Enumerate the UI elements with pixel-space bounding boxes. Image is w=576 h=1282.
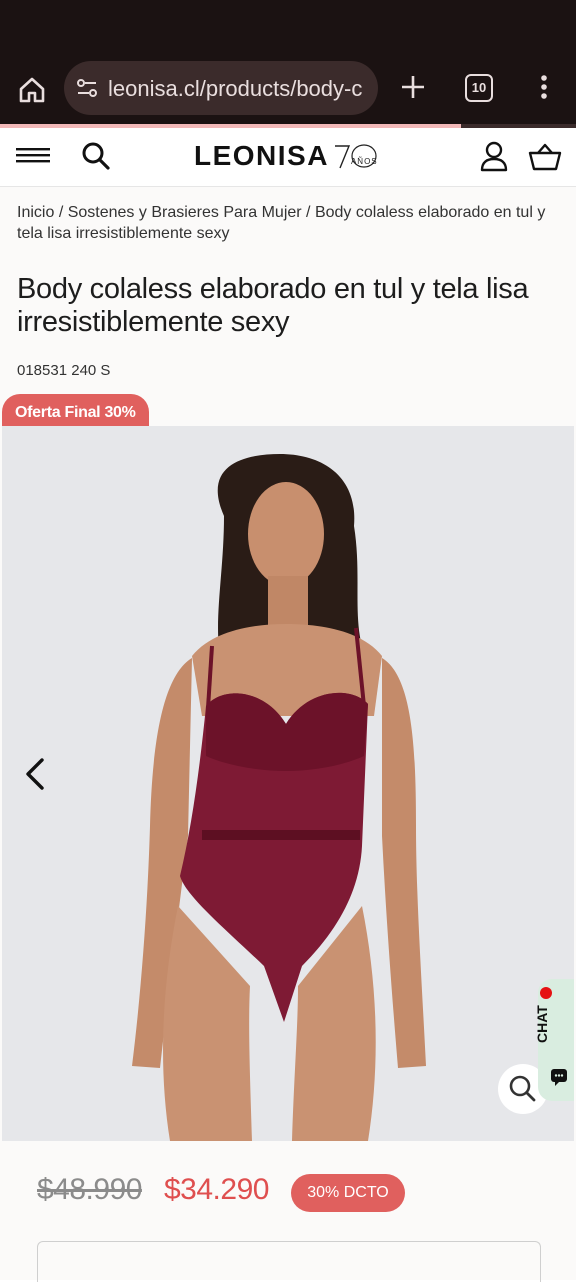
offer-badge: Oferta Final 30% [2, 394, 149, 430]
product-sku: 018531 240 S [17, 362, 111, 379]
breadcrumb-separator: / [306, 204, 311, 221]
sale-price: $34.290 [164, 1173, 269, 1206]
gallery-prev-button[interactable] [22, 756, 50, 792]
plus-icon [402, 76, 424, 98]
anniversary-badge: AÑOS [331, 140, 385, 172]
user-icon [480, 141, 508, 172]
more-vert-icon [541, 75, 547, 99]
logo-text: LEONISA [194, 140, 329, 171]
product-gallery[interactable]: CHAT [2, 426, 574, 1141]
product-page: Inicio / Sostenes y Brasieres Para Mujer… [0, 187, 576, 1282]
logo[interactable]: LEONISA AÑOS [194, 138, 385, 174]
address-bar[interactable]: leonisa.cl/products/body-c [64, 61, 378, 115]
new-tab-button[interactable] [398, 72, 428, 102]
product-title: Body colaless elaborado en tul y tela li… [17, 273, 529, 338]
browser-menu-button[interactable] [530, 72, 558, 102]
breadcrumb-category[interactable]: Sostenes y Brasieres Para Mujer [68, 204, 302, 221]
chat-icon [551, 1069, 567, 1086]
chevron-left-icon [26, 758, 44, 790]
chat-widget-tab[interactable]: CHAT [534, 979, 574, 1101]
status-bar [0, 0, 576, 58]
tab-switcher-button[interactable]: 10 [465, 74, 493, 102]
breadcrumb: Inicio / Sostenes y Brasieres Para Mujer… [17, 202, 562, 244]
original-price: $48.990 [37, 1173, 142, 1206]
breadcrumb-separator: / [58, 204, 64, 221]
product-photo [2, 426, 574, 1141]
seventy-mark [334, 144, 377, 169]
basket-icon [528, 143, 562, 171]
browser-toolbar: leonisa.cl/products/body-c 10 [0, 58, 576, 124]
price-row: $48.990 $34.290 30% DCTO [0, 1159, 576, 1219]
anniversary-text: AÑOS [350, 157, 378, 166]
search-button[interactable] [80, 140, 112, 172]
chat-label: CHAT [534, 1005, 550, 1043]
discount-badge: 30% DCTO [291, 1174, 405, 1212]
next-section-box [37, 1241, 541, 1282]
cart-button[interactable] [528, 142, 562, 172]
menu-icon [16, 148, 50, 163]
breadcrumb-home[interactable]: Inicio [17, 204, 54, 221]
home-icon [19, 77, 45, 103]
site-header: LEONISA AÑOS [0, 128, 576, 187]
menu-button[interactable] [16, 144, 50, 170]
chat-notification-dot [540, 987, 552, 999]
home-button[interactable] [14, 72, 50, 108]
site-settings-icon[interactable] [74, 75, 100, 101]
url-text[interactable]: leonisa.cl/products/body-c [108, 76, 370, 102]
search-icon [82, 142, 110, 170]
account-button[interactable] [478, 140, 510, 172]
